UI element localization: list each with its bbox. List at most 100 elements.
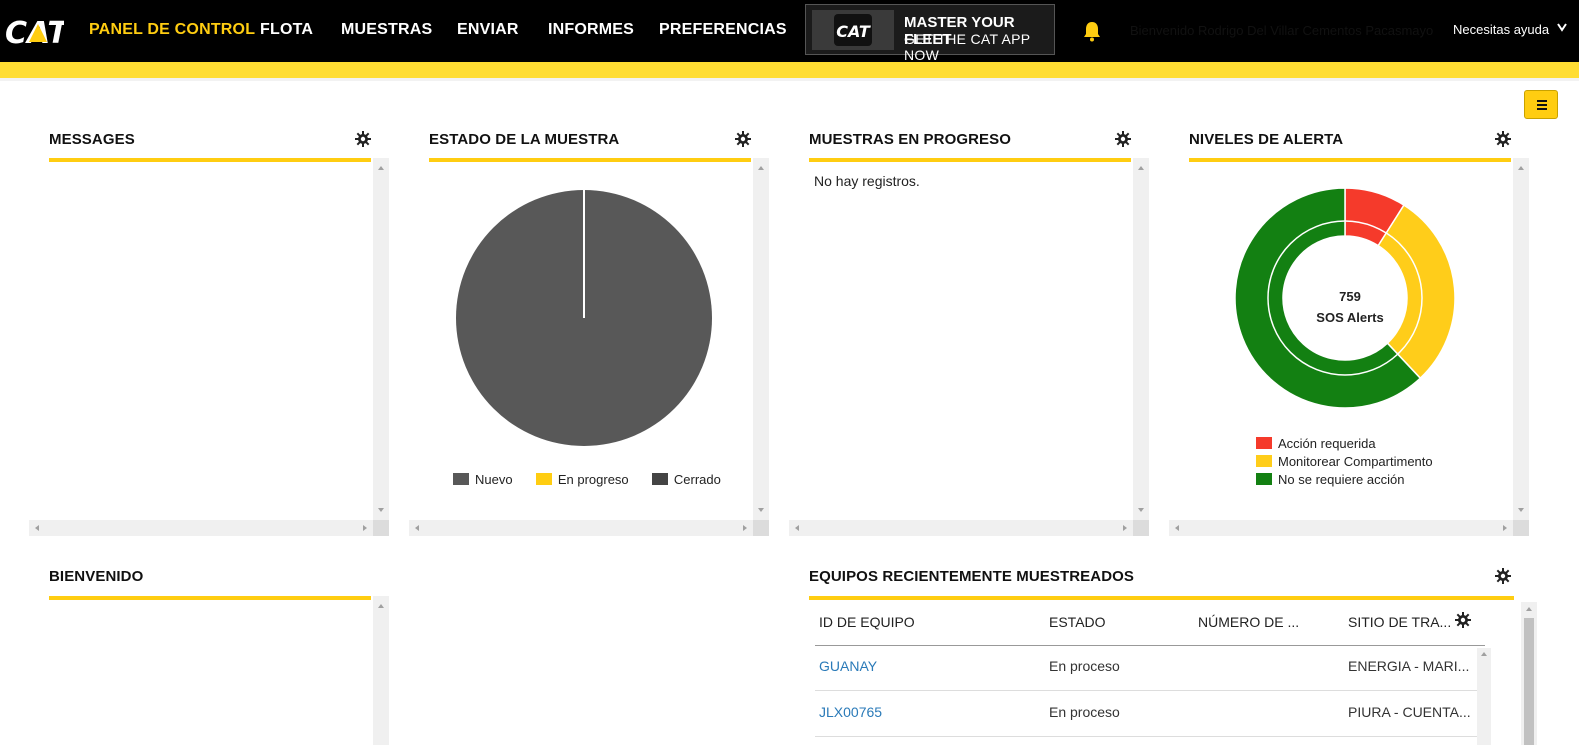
banner-cat-logo: CAT [812,10,894,50]
table-cell-equipment-id[interactable]: GUANAY [819,658,877,674]
scroll-left-arrow-icon[interactable] [413,524,421,532]
scroll-up-arrow-icon[interactable] [1480,650,1488,658]
table-cell-status: En proceso [1049,704,1120,720]
legend-item-monitorear: Monitorear Compartimento [1256,454,1433,469]
table-cell-work-site: ENERGIA - MARI... [1348,658,1470,674]
alert-levels-title: NIVELES DE ALERTA [1189,131,1344,148]
column-header-work-site[interactable]: SITIO DE TRA... [1348,614,1451,630]
dashboard-menu-button[interactable] [1524,90,1558,119]
scroll-up-arrow-icon[interactable] [1517,164,1525,172]
alert-levels-vertical-scrollbar[interactable] [1513,158,1529,520]
banner-line2: GET THE CAT APP NOW [904,31,1031,63]
legend-swatch-cerrado [651,473,668,485]
alert-levels-horizontal-scrollbar[interactable] [1169,520,1513,536]
sample-status-title: ESTADO DE LA MUESTRA [429,131,620,148]
sample-status-vertical-scrollbar[interactable] [753,158,769,520]
header-shadow [0,78,1579,81]
legend-swatch-green [1256,473,1272,485]
recent-equipment-title-underline [809,596,1514,600]
sos-alert-count: 759 [1339,289,1361,304]
nav-preferencias[interactable]: PREFERENCIAS [659,21,787,39]
chevron-down-icon[interactable] [1555,20,1569,34]
messages-horizontal-scrollbar[interactable] [29,520,373,536]
column-header-number[interactable]: NÚMERO DE ... [1198,614,1299,630]
scroll-up-arrow-icon[interactable] [377,164,385,172]
in-progress-scroll-corner [1133,520,1149,536]
legend-label-en-progreso: En progreso [557,472,629,487]
svg-text:CAT: CAT [836,22,871,41]
legend-swatch-red [1256,437,1272,449]
gear-icon[interactable] [1115,131,1131,147]
table-inner-scrollbar[interactable] [1477,648,1491,745]
gear-icon[interactable] [1495,568,1511,584]
scroll-down-arrow-icon[interactable] [1517,506,1525,514]
user-greeting: Bienvenido Rodrigo Del Villar Cementos P… [1130,23,1434,38]
in-progress-vertical-scrollbar[interactable] [1133,158,1149,520]
sos-alert-caption: SOS Alerts [1316,310,1384,325]
legend-swatch-en-progreso [535,473,552,485]
welcome-title: BIENVENIDO [49,568,144,585]
legend-item-no-accion: No se requiere acción [1256,472,1404,487]
welcome-title-underline [49,596,371,600]
gear-icon[interactable] [1455,612,1471,628]
sample-status-horizontal-scrollbar[interactable] [409,520,753,536]
messages-title: MESSAGES [49,131,135,148]
no-records-text: No hay registros. [814,173,920,189]
scroll-up-arrow-icon[interactable] [377,602,385,610]
gear-icon[interactable] [355,131,371,147]
nav-panel-de-control[interactable]: PANEL DE CONTROL [89,21,255,39]
cat-logo[interactable]: CAT [4,10,64,50]
nav-flota[interactable]: FLOTA [260,21,313,39]
scroll-right-arrow-icon[interactable] [361,524,369,532]
scroll-left-arrow-icon[interactable] [793,524,801,532]
scrollbar-thumb[interactable] [1524,618,1534,745]
recent-equipment-title: EQUIPOS RECIENTEMENTE MUESTREADOS [809,568,1135,585]
sample-status-pie-chart[interactable] [449,183,719,453]
scroll-right-arrow-icon[interactable] [1501,524,1509,532]
legend-swatch-nuevo [453,473,469,485]
table-cell-work-site: PIURA - CUENTA... [1348,704,1471,720]
alert-levels-scroll-corner [1513,520,1529,536]
gear-icon[interactable] [735,131,751,147]
scroll-down-arrow-icon[interactable] [377,506,385,514]
sample-status-legend: Nuevo En progreso Cerrado [453,472,721,487]
scroll-right-arrow-icon[interactable] [741,524,749,532]
legend-label-nuevo: Nuevo [475,472,513,487]
table-header-divider [815,645,1485,646]
gear-icon[interactable] [1495,131,1511,147]
scroll-left-arrow-icon[interactable] [1173,524,1181,532]
in-progress-title: MUESTRAS EN PROGRESO [809,131,1012,148]
hamburger-icon [1537,100,1547,110]
nav-informes[interactable]: INFORMES [548,21,634,39]
scroll-up-arrow-icon[interactable] [1525,605,1533,613]
nav-enviar[interactable]: ENVIAR [457,21,519,39]
help-link[interactable]: Necesitas ayuda [1453,22,1549,37]
column-header-status[interactable]: ESTADO [1049,614,1106,630]
scroll-down-arrow-icon[interactable] [757,506,765,514]
scroll-left-arrow-icon[interactable] [33,524,41,532]
alert-levels-title-underline [1189,158,1511,162]
scroll-up-arrow-icon[interactable] [757,164,765,172]
legend-label: Acción requerida [1278,436,1376,451]
messages-scroll-corner [373,520,389,536]
column-header-equipment-id[interactable]: ID DE EQUIPO [819,614,915,630]
scroll-up-arrow-icon[interactable] [1137,164,1145,172]
sample-status-title-underline [429,158,751,162]
legend-label: No se requiere acción [1278,472,1405,487]
legend-label-cerrado: Cerrado [673,472,721,487]
scroll-right-arrow-icon[interactable] [1121,524,1129,532]
sample-status-scroll-corner [753,520,769,536]
welcome-vertical-scrollbar[interactable] [373,596,389,745]
cat-app-banner[interactable]: CAT MASTER YOUR FLEET GET THE CAT APP NO… [805,4,1055,63]
table-cell-equipment-id[interactable]: JLX00765 [819,704,882,720]
legend-swatch-yellow [1256,455,1272,467]
in-progress-horizontal-scrollbar[interactable] [789,520,1133,536]
bell-icon[interactable] [1082,20,1102,42]
table-row-divider [815,736,1485,737]
nav-muestras[interactable]: MUESTRAS [341,21,432,39]
scroll-down-arrow-icon[interactable] [1137,506,1145,514]
table-cell-status: En proceso [1049,658,1120,674]
messages-title-underline [49,158,371,162]
legend-label: Monitorear Compartimento [1278,454,1433,469]
messages-vertical-scrollbar[interactable] [373,158,389,520]
